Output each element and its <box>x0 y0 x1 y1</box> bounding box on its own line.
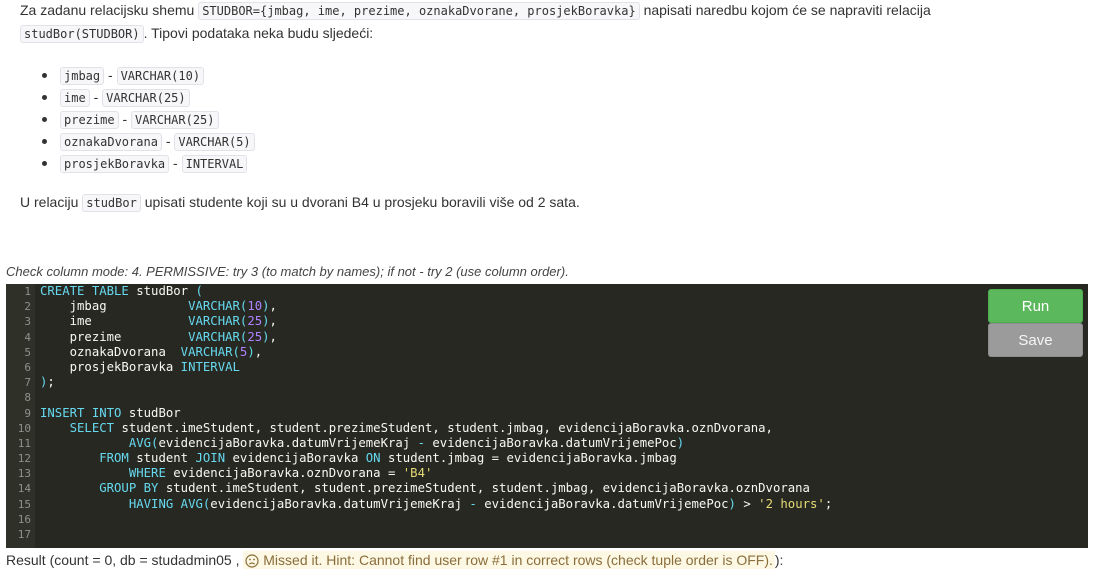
line-number-gutter: 1 2 3 4 5 6 7 8 9 10 11 12 13 14 15 16 1… <box>6 284 35 548</box>
code-line[interactable]: ); <box>40 375 832 390</box>
line-number: 6 <box>24 360 31 374</box>
code-line[interactable]: prosjekBoravka INTERVAL <box>40 360 832 375</box>
line-number: 1 <box>24 285 31 298</box>
list-item: ime - VARCHAR(25) <box>40 86 255 108</box>
line-number: 4 <box>24 330 31 344</box>
line-number: 11 <box>17 436 31 450</box>
result-prefix: Result (count = 0, db = studadmin05 , <box>6 552 240 568</box>
task-text-1: U relaciju <box>20 194 79 210</box>
line-number: 17 <box>17 528 31 541</box>
code-line[interactable] <box>40 512 832 527</box>
code-line[interactable]: WHERE evidencijaBoravka.oznDvorana = 'B4… <box>40 466 832 481</box>
code-content[interactable]: CREATE TABLE studBor ( jmbag VARCHAR(10)… <box>40 284 832 542</box>
line-number: 10 <box>17 421 31 435</box>
list-item: prosjekBoravka - INTERVAL <box>40 152 255 174</box>
code-line[interactable]: AVG(evidencijaBoravka.datumVrijemeKraj -… <box>40 436 832 451</box>
attr-name: oznakaDvorana <box>60 133 162 151</box>
hint-box: Missed it. Hint: Cannot find user row #1… <box>243 551 775 569</box>
task-line: U relaciju studBor upisati studente koji… <box>20 194 580 212</box>
line-number: 5 <box>24 345 31 359</box>
attr-type: INTERVAL <box>181 155 248 173</box>
code-line[interactable]: prezime VARCHAR(25), <box>40 330 832 345</box>
type-separator: - <box>93 89 99 105</box>
sad-face-icon <box>245 554 259 568</box>
attr-name: jmbag <box>60 67 105 85</box>
attr-type: VARCHAR(5) <box>174 133 255 151</box>
intro-line-2: studBor(STUDBOR). Tipovi podataka neka b… <box>20 25 373 43</box>
attr-type: VARCHAR(25) <box>102 89 190 107</box>
line-number: 9 <box>24 406 31 420</box>
line-number: 2 <box>24 300 31 314</box>
result-suffix: ): <box>774 552 784 568</box>
attr-type: VARCHAR(25) <box>131 111 219 129</box>
type-separator: - <box>173 155 178 171</box>
intro-text-3: . Tipovi podataka neka budu sljedeći: <box>143 25 374 41</box>
code-line[interactable] <box>40 527 832 542</box>
list-item: prezime - VARCHAR(25) <box>40 108 255 130</box>
run-button[interactable]: Run <box>988 289 1083 323</box>
save-button[interactable]: Save <box>988 323 1083 357</box>
line-number: 8 <box>24 391 31 405</box>
code-line[interactable]: INSERT INTO studBor <box>40 406 832 421</box>
code-line[interactable]: FROM student JOIN evidencijaBoravka ON s… <box>40 451 832 466</box>
task-relation-code: studBor <box>82 194 141 212</box>
code-line[interactable] <box>40 390 832 405</box>
types-list: jmbag - VARCHAR(10) ime - VARCHAR(25) pr… <box>40 64 255 174</box>
line-number: 7 <box>24 376 31 390</box>
type-separator: - <box>108 67 113 83</box>
line-number: 3 <box>24 315 31 329</box>
result-line: Result (count = 0, db = studadmin05 , Mi… <box>6 551 784 569</box>
type-separator: - <box>122 111 128 127</box>
code-line[interactable]: GROUP BY student.imeStudent, student.pre… <box>40 481 832 496</box>
type-separator: - <box>165 133 171 149</box>
attr-name: prosjekBoravka <box>60 155 170 173</box>
code-line[interactable]: jmbag VARCHAR(10), <box>40 299 832 314</box>
list-item: oznakaDvorana - VARCHAR(5) <box>40 130 255 152</box>
list-item: jmbag - VARCHAR(10) <box>40 64 255 86</box>
line-number: 14 <box>17 482 31 496</box>
line-number: 12 <box>17 452 31 466</box>
code-line[interactable]: oznakaDvorana VARCHAR(5), <box>40 345 832 360</box>
line-number: 15 <box>17 497 31 511</box>
attr-name: prezime <box>60 111 119 129</box>
line-number: 13 <box>17 467 31 481</box>
relation-code: studBor(STUDBOR) <box>20 25 144 43</box>
line-number: 16 <box>17 512 31 526</box>
intro-text-2: napisati naredbu kojom će se napraviti r… <box>643 2 931 18</box>
intro-text-1: Za zadanu relacijsku shemu <box>20 2 195 18</box>
schema-code: STUDBOR={jmbag, ime, prezime, oznakaDvor… <box>198 2 640 20</box>
code-line[interactable]: SELECT student.imeStudent, student.prezi… <box>40 421 832 436</box>
code-line[interactable]: ime VARCHAR(25), <box>40 314 832 329</box>
code-line[interactable]: HAVING AVG(evidencijaBoravka.datumVrijem… <box>40 497 832 512</box>
hint-text: Missed it. Hint: Cannot find user row #1… <box>263 552 773 568</box>
task-text-2: upisati studente koji su u dvorani B4 u … <box>144 194 580 210</box>
code-line[interactable]: CREATE TABLE studBor ( <box>40 284 832 299</box>
check-mode-text: Check column mode: 4. PERMISSIVE: try 3 … <box>6 264 569 279</box>
attr-name: ime <box>60 89 90 107</box>
intro-line-1: Za zadanu relacijsku shemu STUDBOR={jmba… <box>20 2 931 20</box>
attr-type: VARCHAR(10) <box>116 67 205 85</box>
sql-editor[interactable]: 1 2 3 4 5 6 7 8 9 10 11 12 13 14 15 16 1… <box>6 284 1088 548</box>
